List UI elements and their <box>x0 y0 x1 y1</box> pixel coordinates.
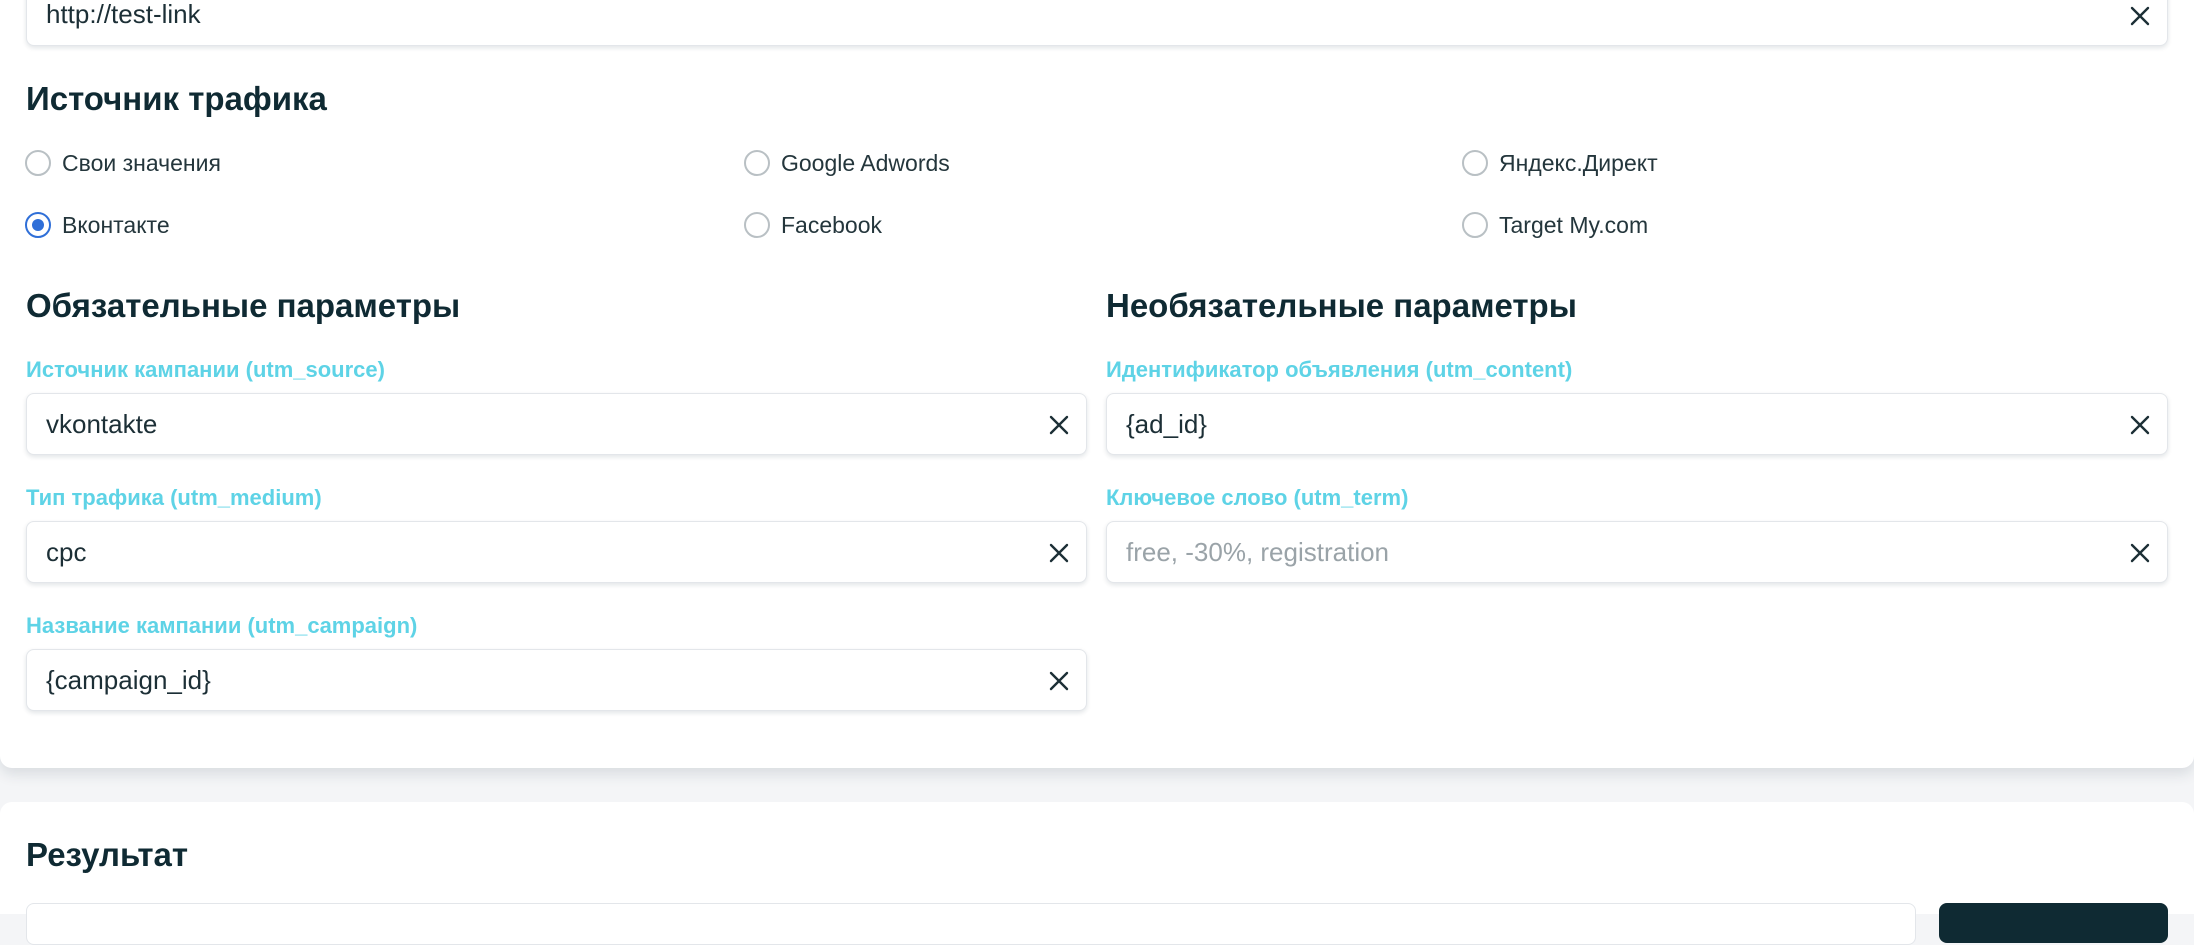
utm-term-placeholder: free, -30%, registration <box>1126 537 1390 567</box>
close-icon[interactable] <box>1046 412 1072 438</box>
radio-label: Вконтакте <box>62 211 170 238</box>
radio-icon[interactable] <box>25 150 51 176</box>
radio-label: Facebook <box>781 211 883 238</box>
utm-source-label: Источник кампании (utm_source) <box>26 357 385 382</box>
result-title: Результат <box>26 836 189 873</box>
utm-term-field[interactable]: free, -30%, registration <box>1106 521 2168 583</box>
url-value: http://test-link <box>46 0 201 29</box>
url-field[interactable]: http://test-link <box>26 0 2168 46</box>
required-params-title: Обязательные параметры <box>26 287 461 324</box>
utm-source-value: vkontakte <box>46 409 158 439</box>
radio-label: Яндекс.Директ <box>1499 149 1658 176</box>
result-section: Результат <box>0 802 2194 914</box>
copy-button[interactable] <box>1939 903 2168 943</box>
close-icon[interactable] <box>1046 668 1072 694</box>
radio-target-mycom[interactable]: Target My.com <box>1462 208 1648 242</box>
utm-medium-value: cpc <box>46 537 87 567</box>
utm-medium-field[interactable]: cpc <box>26 521 1087 583</box>
utm-campaign-field[interactable]: {campaign_id} <box>26 649 1087 711</box>
utm-medium-label: Тип трафика (utm_medium) <box>26 485 322 510</box>
utm-content-value: {ad_id} <box>1126 409 1207 439</box>
radio-google-adwords[interactable]: Google Adwords <box>744 146 950 180</box>
radio-label: Target My.com <box>1499 211 1649 238</box>
radio-vkontakte[interactable]: Вконтакте <box>25 208 170 242</box>
optional-params-title: Необязательные параметры <box>1106 287 1577 324</box>
utm-source-field[interactable]: vkontakte <box>26 393 1087 455</box>
close-icon[interactable] <box>1046 540 1072 566</box>
traffic-source-title: Источник трафика <box>26 80 327 117</box>
utm-content-field[interactable]: {ad_id} <box>1106 393 2168 455</box>
utm-term-label: Ключевое слово (utm_term) <box>1106 485 1409 510</box>
radio-label: Google Adwords <box>781 149 950 176</box>
radio-label: Свои значения <box>62 149 221 176</box>
radio-icon[interactable] <box>1462 150 1488 176</box>
utm-form-card: http://test-link Источник трафика Свои з… <box>0 0 2194 768</box>
close-icon[interactable] <box>2127 412 2153 438</box>
utm-campaign-label: Название кампании (utm_campaign) <box>26 613 418 638</box>
radio-own-values[interactable]: Свои значения <box>25 146 221 180</box>
radio-icon[interactable] <box>25 212 51 238</box>
utm-content-label: Идентификатор объявления (utm_content) <box>1106 357 1573 382</box>
radio-yandex-direct[interactable]: Яндекс.Директ <box>1462 146 1658 180</box>
radio-facebook[interactable]: Facebook <box>744 208 882 242</box>
radio-icon[interactable] <box>1462 212 1488 238</box>
utm-campaign-value: {campaign_id} <box>46 665 211 695</box>
radio-icon[interactable] <box>744 150 770 176</box>
radio-icon[interactable] <box>744 212 770 238</box>
close-icon[interactable] <box>2127 540 2153 566</box>
close-icon[interactable] <box>2127 3 2153 29</box>
result-output-field[interactable] <box>26 903 1916 945</box>
